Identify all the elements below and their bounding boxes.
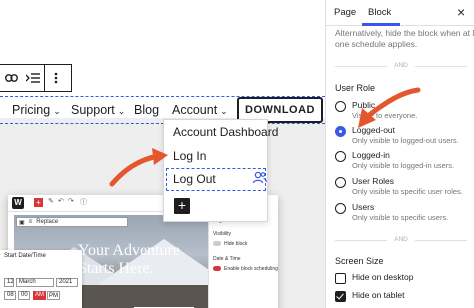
- preview-date-time-heading: Date & Time: [213, 256, 241, 262]
- nav-item-account[interactable]: Account ⌄: [172, 103, 228, 117]
- active-tab-indicator: [362, 23, 400, 26]
- month-select: March: [16, 278, 54, 287]
- more-vertical-icon[interactable]: [45, 65, 67, 91]
- hide-on-desktop-label[interactable]: Hide on desktop: [352, 272, 413, 282]
- wordpress-logo-icon: W: [12, 197, 24, 209]
- preview-align-icon: ≡: [28, 219, 33, 225]
- list-view-icon[interactable]: [22, 65, 44, 91]
- radio-users-help: Only visible to specific users.: [352, 213, 449, 222]
- radio-logged-in-help: Only visible to logged-in users.: [352, 161, 455, 170]
- link-icon[interactable]: [0, 65, 22, 91]
- radio-user-roles-label[interactable]: User Roles: [352, 176, 394, 186]
- nav-item-pricing[interactable]: Pricing ⌄: [12, 103, 61, 117]
- nav-item-label: Account: [172, 103, 218, 117]
- schedule-help-line-2: one schedule applies.: [335, 39, 418, 49]
- radio-logged-out-help: Only visible to logged-out users.: [352, 136, 459, 145]
- preview-redo-icon: ↷: [68, 198, 74, 205]
- annotation-arrow-sidebar-icon: [358, 87, 421, 128]
- chevron-down-icon: ⌄: [117, 106, 126, 116]
- preview-block-toolbar: ▣ ≡ Replace: [16, 217, 128, 227]
- tab-block[interactable]: Block: [368, 7, 391, 18]
- plus-icon[interactable]: +: [174, 198, 190, 214]
- start-date-time-title: Start Date/Time: [4, 253, 46, 259]
- nav-item-blog[interactable]: Blog: [134, 103, 159, 117]
- hide-on-desktop-checkbox[interactable]: [335, 273, 346, 284]
- radio-users[interactable]: [335, 203, 346, 214]
- schedule-help-line-1: Alternatively, hide the block when at le…: [335, 28, 474, 38]
- preview-undo-icon: ↶: [58, 198, 64, 205]
- size-divider-text: AND: [394, 236, 408, 243]
- nav-item-label: Pricing: [12, 103, 51, 117]
- radio-logged-in[interactable]: [335, 151, 346, 162]
- hide-on-tablet-label[interactable]: Hide on tablet: [352, 290, 404, 300]
- pm-button: PM: [47, 291, 60, 300]
- nav-item-support[interactable]: Support ⌄: [71, 103, 125, 117]
- menu-item-log-out[interactable]: Log Out: [173, 172, 216, 186]
- preview-hero-title-line-1: Your Adventure: [78, 242, 180, 259]
- radio-logged-in-label[interactable]: Logged-in: [352, 150, 390, 160]
- preview-visibility-heading: Visibility: [213, 231, 231, 237]
- radio-user-roles[interactable]: [335, 177, 346, 188]
- day-field: 12: [4, 278, 14, 287]
- menu-item-account-dashboard[interactable]: Account Dashboard: [173, 125, 278, 139]
- start-date-time-panel: Start Date/Time 12 March 2021 08 00 AM P…: [0, 250, 82, 308]
- chevron-down-icon: ⌄: [220, 106, 228, 116]
- preview-add-block-icon: +: [34, 198, 43, 207]
- and-divider: AND: [335, 61, 467, 71]
- users-icon: [251, 170, 267, 186]
- preview-hide-toggle: [213, 241, 221, 246]
- am-button: AM: [33, 291, 46, 300]
- radio-logged-out[interactable]: [335, 126, 346, 137]
- year-field: 2021: [56, 278, 78, 287]
- and-divider-text: AND: [394, 62, 408, 69]
- editor-canvas: Pricing ⌄ Support ⌄ Blog Account ⌄ DOWNLOAD…: [0, 0, 325, 308]
- preview-pencil-icon: ✎: [48, 198, 54, 205]
- preview-info-icon: ⓘ: [80, 199, 87, 206]
- hour-field: 08: [4, 291, 16, 300]
- preview-hide-block-label: Hide block: [224, 241, 248, 247]
- nav-item-label: Support: [71, 103, 115, 117]
- block-toolbar: [0, 64, 72, 92]
- tab-page[interactable]: Page: [334, 7, 356, 18]
- sidebar-tabs: Page Block ×: [326, 0, 474, 26]
- minute-field: 00: [18, 291, 30, 300]
- hide-on-tablet-checkbox[interactable]: [335, 291, 346, 302]
- nav-item-label: Blog: [134, 103, 160, 117]
- chevron-down-icon: ⌄: [53, 106, 61, 116]
- menu-item-log-in[interactable]: Log In: [173, 149, 206, 163]
- radio-users-label[interactable]: Users: [352, 202, 374, 212]
- preview-image-icon: ▣: [19, 219, 25, 226]
- annotation-arrow-icon: [109, 148, 168, 187]
- preview-settings-sidebar: Page Block Visibility Hide block Date & …: [208, 211, 278, 308]
- preview-scheduling-toggle: [213, 266, 221, 271]
- preview-scheduling-label: Enable block scheduling: [224, 266, 278, 272]
- preview-hero-title-line-2: Starts Here.: [78, 260, 154, 277]
- size-divider: AND: [335, 235, 467, 245]
- preview-hero-title: Your Adventure Starts Here.: [78, 242, 218, 278]
- close-icon[interactable]: ×: [457, 4, 465, 20]
- block-settings-sidebar: Page Block × Alternatively, hide the blo…: [325, 0, 474, 308]
- account-dropdown-menu: Account Dashboard Log In Log Out +: [163, 119, 278, 222]
- radio-public[interactable]: [335, 101, 346, 112]
- preview-replace-label: Replace: [36, 219, 59, 225]
- screen-size-heading: Screen Size: [335, 256, 384, 266]
- radio-user-roles-help: Only visible to specific user roles.: [352, 187, 463, 196]
